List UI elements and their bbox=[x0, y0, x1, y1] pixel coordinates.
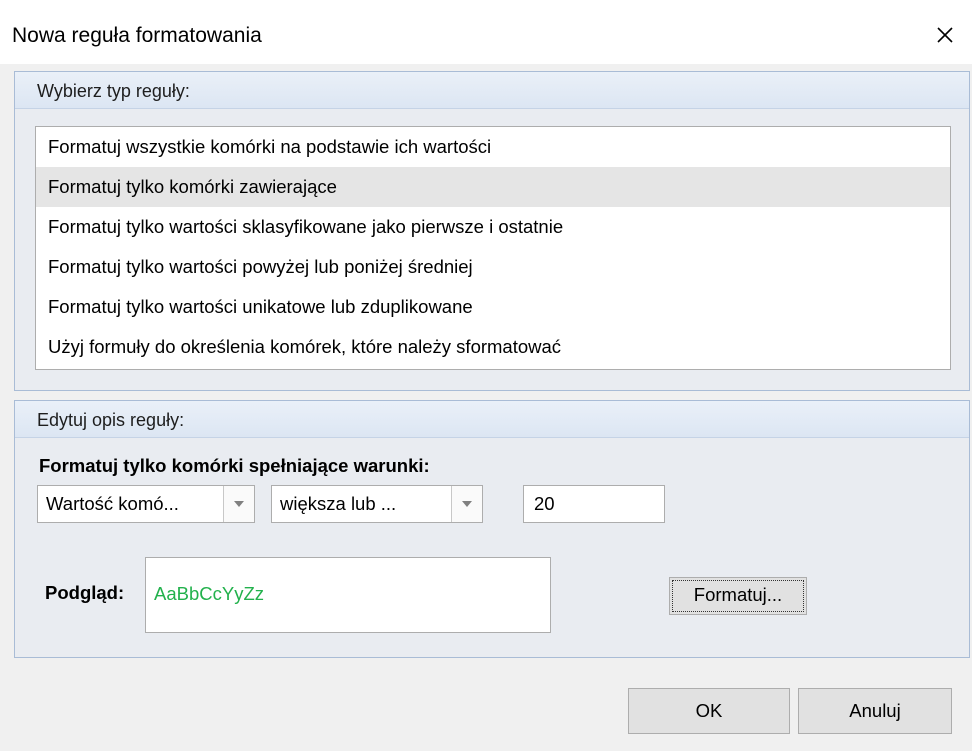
preview-label: Podgląd: bbox=[45, 582, 125, 603]
rule-type-item-formula[interactable]: Użyj formuły do określenia komórek, któr… bbox=[36, 327, 950, 367]
title-bar: Nowa reguła formatowania bbox=[0, 0, 972, 64]
preview-sample-text: AaBbCcYyZz bbox=[154, 583, 265, 604]
rule-type-group: Wybierz typ reguły: Formatuj wszystkie k… bbox=[14, 71, 970, 391]
rule-type-item-unique-duplicate[interactable]: Formatuj tylko wartości unikatowe lub zd… bbox=[36, 287, 950, 327]
operator-combo[interactable]: większa lub ... bbox=[271, 485, 483, 523]
condition-value-text: 20 bbox=[534, 493, 555, 514]
dialog-title: Nowa reguła formatowania bbox=[12, 24, 262, 47]
rule-type-item-top-bottom[interactable]: Formatuj tylko wartości sklasyfikowane j… bbox=[36, 207, 950, 247]
rule-type-item-label: Formatuj tylko wartości sklasyfikowane j… bbox=[48, 216, 564, 237]
rule-type-item-label: Użyj formuły do określenia komórek, któr… bbox=[48, 336, 562, 357]
focus-rectangle bbox=[672, 580, 804, 612]
preview-box: AaBbCcYyZz bbox=[145, 557, 551, 633]
rule-description-header-label: Edytuj opis reguły: bbox=[37, 410, 185, 430]
cancel-button-label: Anuluj bbox=[849, 700, 901, 721]
rule-type-item-label: Formatuj wszystkie komórki na podstawie … bbox=[48, 136, 492, 157]
operator-combo-value: większa lub ... bbox=[280, 493, 397, 514]
ok-button-label: OK bbox=[695, 700, 723, 721]
cancel-button[interactable]: Anuluj bbox=[798, 688, 952, 734]
chevron-down-icon[interactable] bbox=[223, 486, 254, 522]
rule-type-item-label: Formatuj tylko wartości unikatowe lub zd… bbox=[48, 296, 473, 317]
rule-type-header: Wybierz typ reguły: bbox=[15, 72, 969, 109]
chevron-down-icon[interactable] bbox=[451, 486, 482, 522]
condition-value-input[interactable]: 20 bbox=[523, 485, 665, 523]
rule-description-header: Edytuj opis reguły: bbox=[15, 401, 969, 438]
format-button[interactable]: Formatuj... bbox=[669, 577, 807, 615]
field-combo-value: Wartość komó... bbox=[46, 493, 179, 514]
ok-button[interactable]: OK bbox=[628, 688, 790, 734]
new-formatting-rule-dialog: Nowa reguła formatowania Wybierz typ reg… bbox=[0, 0, 972, 751]
rule-type-header-label: Wybierz typ reguły: bbox=[37, 81, 190, 101]
rule-type-item-label: Formatuj tylko wartości powyżej lub poni… bbox=[48, 256, 473, 277]
field-combo[interactable]: Wartość komó... bbox=[37, 485, 255, 523]
condition-label: Formatuj tylko komórki spełniające warun… bbox=[39, 455, 430, 476]
rule-type-item-label: Formatuj tylko komórki zawierające bbox=[48, 176, 337, 197]
rule-description-group: Edytuj opis reguły: Formatuj tylko komór… bbox=[14, 400, 970, 658]
rule-type-item-above-below-average[interactable]: Formatuj tylko wartości powyżej lub poni… bbox=[36, 247, 950, 287]
close-icon[interactable] bbox=[930, 20, 960, 50]
rule-type-item-all-cells[interactable]: Formatuj wszystkie komórki na podstawie … bbox=[36, 127, 950, 167]
rule-type-item-cells-containing[interactable]: Formatuj tylko komórki zawierające bbox=[36, 167, 950, 207]
rule-type-list[interactable]: Formatuj wszystkie komórki na podstawie … bbox=[35, 126, 951, 370]
